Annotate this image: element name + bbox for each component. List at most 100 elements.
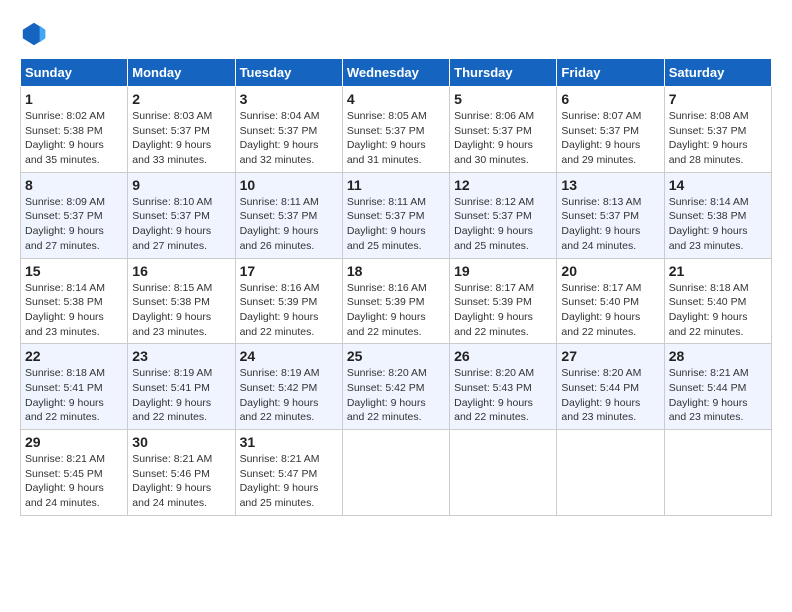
day-info: Sunrise: 8:05 AMSunset: 5:37 PMDaylight:…	[347, 109, 445, 168]
calendar-cell: 21 Sunrise: 8:18 AMSunset: 5:40 PMDaylig…	[664, 258, 771, 344]
day-info: Sunrise: 8:04 AMSunset: 5:37 PMDaylight:…	[240, 109, 338, 168]
day-info: Sunrise: 8:18 AMSunset: 5:41 PMDaylight:…	[25, 366, 123, 425]
calendar-cell: 25 Sunrise: 8:20 AMSunset: 5:42 PMDaylig…	[342, 344, 449, 430]
day-info: Sunrise: 8:13 AMSunset: 5:37 PMDaylight:…	[561, 195, 659, 254]
header-thursday: Thursday	[450, 59, 557, 87]
day-info: Sunrise: 8:11 AMSunset: 5:37 PMDaylight:…	[240, 195, 338, 254]
day-number: 21	[669, 263, 767, 279]
calendar-cell: 19 Sunrise: 8:17 AMSunset: 5:39 PMDaylig…	[450, 258, 557, 344]
day-number: 29	[25, 434, 123, 450]
day-info: Sunrise: 8:10 AMSunset: 5:37 PMDaylight:…	[132, 195, 230, 254]
day-info: Sunrise: 8:15 AMSunset: 5:38 PMDaylight:…	[132, 281, 230, 340]
day-info: Sunrise: 8:21 AMSunset: 5:44 PMDaylight:…	[669, 366, 767, 425]
calendar-cell: 20 Sunrise: 8:17 AMSunset: 5:40 PMDaylig…	[557, 258, 664, 344]
day-info: Sunrise: 8:03 AMSunset: 5:37 PMDaylight:…	[132, 109, 230, 168]
day-number: 10	[240, 177, 338, 193]
day-info: Sunrise: 8:20 AMSunset: 5:42 PMDaylight:…	[347, 366, 445, 425]
calendar-cell: 10 Sunrise: 8:11 AMSunset: 5:37 PMDaylig…	[235, 172, 342, 258]
calendar-cell: 6 Sunrise: 8:07 AMSunset: 5:37 PMDayligh…	[557, 87, 664, 173]
day-number: 12	[454, 177, 552, 193]
page-header	[20, 20, 772, 48]
calendar-cell: 4 Sunrise: 8:05 AMSunset: 5:37 PMDayligh…	[342, 87, 449, 173]
day-info: Sunrise: 8:14 AMSunset: 5:38 PMDaylight:…	[669, 195, 767, 254]
day-info: Sunrise: 8:08 AMSunset: 5:37 PMDaylight:…	[669, 109, 767, 168]
week-row-1: 1 Sunrise: 8:02 AMSunset: 5:38 PMDayligh…	[21, 87, 772, 173]
day-info: Sunrise: 8:19 AMSunset: 5:42 PMDaylight:…	[240, 366, 338, 425]
calendar-cell: 3 Sunrise: 8:04 AMSunset: 5:37 PMDayligh…	[235, 87, 342, 173]
day-number: 11	[347, 177, 445, 193]
day-info: Sunrise: 8:18 AMSunset: 5:40 PMDaylight:…	[669, 281, 767, 340]
day-info: Sunrise: 8:16 AMSunset: 5:39 PMDaylight:…	[347, 281, 445, 340]
day-number: 4	[347, 91, 445, 107]
day-info: Sunrise: 8:20 AMSunset: 5:44 PMDaylight:…	[561, 366, 659, 425]
calendar-cell: 1 Sunrise: 8:02 AMSunset: 5:38 PMDayligh…	[21, 87, 128, 173]
header-monday: Monday	[128, 59, 235, 87]
calendar-cell: 28 Sunrise: 8:21 AMSunset: 5:44 PMDaylig…	[664, 344, 771, 430]
day-number: 8	[25, 177, 123, 193]
calendar-cell: 31 Sunrise: 8:21 AMSunset: 5:47 PMDaylig…	[235, 430, 342, 516]
calendar-cell: 30 Sunrise: 8:21 AMSunset: 5:46 PMDaylig…	[128, 430, 235, 516]
week-row-4: 22 Sunrise: 8:18 AMSunset: 5:41 PMDaylig…	[21, 344, 772, 430]
day-number: 2	[132, 91, 230, 107]
calendar-cell: 23 Sunrise: 8:19 AMSunset: 5:41 PMDaylig…	[128, 344, 235, 430]
logo	[20, 20, 52, 48]
calendar-cell: 11 Sunrise: 8:11 AMSunset: 5:37 PMDaylig…	[342, 172, 449, 258]
header-tuesday: Tuesday	[235, 59, 342, 87]
header-saturday: Saturday	[664, 59, 771, 87]
day-info: Sunrise: 8:20 AMSunset: 5:43 PMDaylight:…	[454, 366, 552, 425]
day-number: 14	[669, 177, 767, 193]
day-number: 28	[669, 348, 767, 364]
calendar-cell	[450, 430, 557, 516]
week-row-3: 15 Sunrise: 8:14 AMSunset: 5:38 PMDaylig…	[21, 258, 772, 344]
calendar-cell: 22 Sunrise: 8:18 AMSunset: 5:41 PMDaylig…	[21, 344, 128, 430]
day-number: 1	[25, 91, 123, 107]
day-number: 27	[561, 348, 659, 364]
calendar-cell: 27 Sunrise: 8:20 AMSunset: 5:44 PMDaylig…	[557, 344, 664, 430]
header-sunday: Sunday	[21, 59, 128, 87]
calendar-cell: 26 Sunrise: 8:20 AMSunset: 5:43 PMDaylig…	[450, 344, 557, 430]
calendar-cell	[342, 430, 449, 516]
day-info: Sunrise: 8:07 AMSunset: 5:37 PMDaylight:…	[561, 109, 659, 168]
day-number: 24	[240, 348, 338, 364]
day-number: 7	[669, 91, 767, 107]
calendar-cell: 14 Sunrise: 8:14 AMSunset: 5:38 PMDaylig…	[664, 172, 771, 258]
day-number: 26	[454, 348, 552, 364]
header-friday: Friday	[557, 59, 664, 87]
day-number: 15	[25, 263, 123, 279]
day-info: Sunrise: 8:21 AMSunset: 5:47 PMDaylight:…	[240, 452, 338, 511]
day-number: 25	[347, 348, 445, 364]
day-info: Sunrise: 8:02 AMSunset: 5:38 PMDaylight:…	[25, 109, 123, 168]
day-number: 3	[240, 91, 338, 107]
day-info: Sunrise: 8:12 AMSunset: 5:37 PMDaylight:…	[454, 195, 552, 254]
calendar-cell: 24 Sunrise: 8:19 AMSunset: 5:42 PMDaylig…	[235, 344, 342, 430]
calendar-table: SundayMondayTuesdayWednesdayThursdayFrid…	[20, 58, 772, 516]
day-number: 31	[240, 434, 338, 450]
header-wednesday: Wednesday	[342, 59, 449, 87]
week-row-2: 8 Sunrise: 8:09 AMSunset: 5:37 PMDayligh…	[21, 172, 772, 258]
week-row-5: 29 Sunrise: 8:21 AMSunset: 5:45 PMDaylig…	[21, 430, 772, 516]
day-info: Sunrise: 8:14 AMSunset: 5:38 PMDaylight:…	[25, 281, 123, 340]
calendar-cell: 18 Sunrise: 8:16 AMSunset: 5:39 PMDaylig…	[342, 258, 449, 344]
day-number: 20	[561, 263, 659, 279]
day-number: 5	[454, 91, 552, 107]
day-number: 19	[454, 263, 552, 279]
day-number: 6	[561, 91, 659, 107]
day-info: Sunrise: 8:19 AMSunset: 5:41 PMDaylight:…	[132, 366, 230, 425]
calendar-cell: 15 Sunrise: 8:14 AMSunset: 5:38 PMDaylig…	[21, 258, 128, 344]
calendar-cell: 9 Sunrise: 8:10 AMSunset: 5:37 PMDayligh…	[128, 172, 235, 258]
day-info: Sunrise: 8:09 AMSunset: 5:37 PMDaylight:…	[25, 195, 123, 254]
day-number: 16	[132, 263, 230, 279]
calendar-cell: 7 Sunrise: 8:08 AMSunset: 5:37 PMDayligh…	[664, 87, 771, 173]
calendar-cell	[557, 430, 664, 516]
day-number: 9	[132, 177, 230, 193]
day-info: Sunrise: 8:17 AMSunset: 5:40 PMDaylight:…	[561, 281, 659, 340]
day-info: Sunrise: 8:16 AMSunset: 5:39 PMDaylight:…	[240, 281, 338, 340]
day-info: Sunrise: 8:17 AMSunset: 5:39 PMDaylight:…	[454, 281, 552, 340]
calendar-cell: 12 Sunrise: 8:12 AMSunset: 5:37 PMDaylig…	[450, 172, 557, 258]
header-row: SundayMondayTuesdayWednesdayThursdayFrid…	[21, 59, 772, 87]
calendar-cell: 5 Sunrise: 8:06 AMSunset: 5:37 PMDayligh…	[450, 87, 557, 173]
day-info: Sunrise: 8:21 AMSunset: 5:45 PMDaylight:…	[25, 452, 123, 511]
day-number: 13	[561, 177, 659, 193]
day-number: 17	[240, 263, 338, 279]
calendar-cell: 29 Sunrise: 8:21 AMSunset: 5:45 PMDaylig…	[21, 430, 128, 516]
